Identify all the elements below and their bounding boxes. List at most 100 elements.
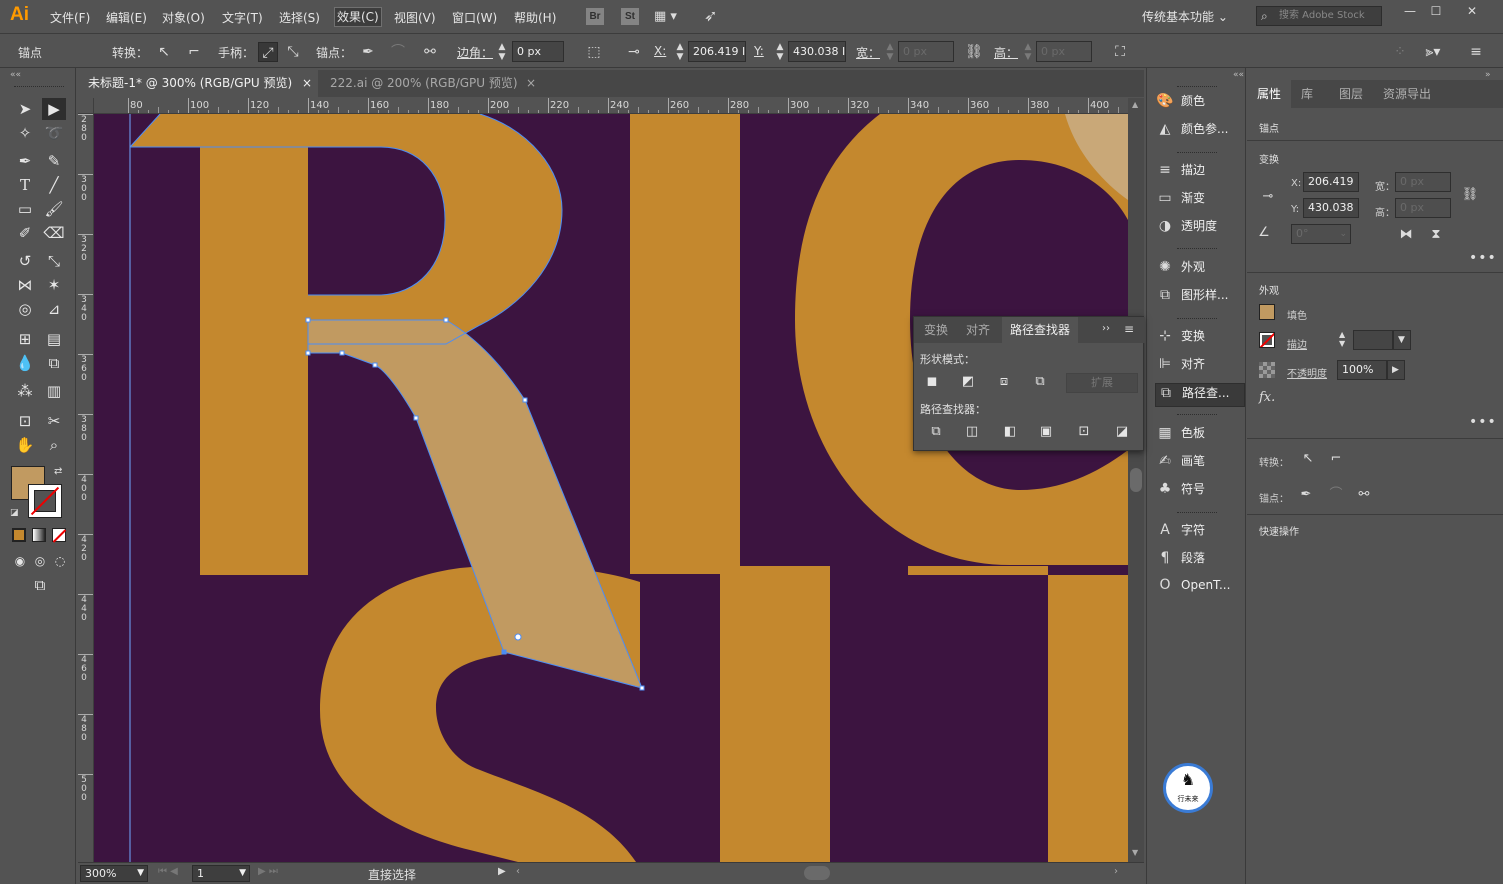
minus-back-icon[interactable]: ◪ xyxy=(1112,423,1132,441)
scale-tool-icon[interactable]: ⤡ xyxy=(42,250,66,272)
crop-icon[interactable]: ▣ xyxy=(1036,423,1056,441)
default-colors-icon[interactable]: ◪ xyxy=(10,508,19,518)
tab-untitled[interactable]: 未标题-1* @ 300% (RGB/GPU 预览) × xyxy=(78,70,318,97)
magic-wand-tool-icon[interactable]: ✧ xyxy=(13,122,37,144)
unite-icon[interactable]: ◼ xyxy=(922,373,942,391)
align-dropdown-icon[interactable]: ⫸▾ xyxy=(1418,42,1448,62)
vertical-ruler[interactable]: 280 300 320 340 360 380 400 420 440 460 480 500 xyxy=(78,114,94,862)
zoom-field[interactable]: 300% ▼ xyxy=(80,865,148,882)
expand-button[interactable]: 扩展 xyxy=(1066,373,1138,393)
connect-anchors-icon[interactable]: ⚯ xyxy=(1355,486,1373,504)
none-mode-icon[interactable] xyxy=(52,528,67,543)
more-appearance-options-icon[interactable]: ••• xyxy=(1469,414,1497,430)
scroll-left-icon[interactable]: ‹ xyxy=(516,866,520,877)
collapse-panel-icon[interactable]: ›› xyxy=(1102,323,1110,334)
dock-transform[interactable]: ⊹ 变换 xyxy=(1155,327,1245,351)
show-handles-icon[interactable]: ⤢ xyxy=(258,42,278,62)
tab-222[interactable]: 222.ai @ 200% (RGB/GPU 预览) × xyxy=(320,70,542,97)
screen-mode-icon[interactable]: ⧉ xyxy=(28,574,52,596)
menu-edit[interactable]: 编辑(E) xyxy=(106,9,147,26)
horizontal-scroll-thumb[interactable] xyxy=(804,866,830,880)
fx-effects-button[interactable]: fx. xyxy=(1259,390,1275,405)
dock-character[interactable]: A 字符 xyxy=(1155,521,1245,545)
menu-window[interactable]: 窗口(W) xyxy=(452,9,497,26)
outline-icon[interactable]: ⊡ xyxy=(1074,423,1094,441)
horizontal-ruler[interactable]: 80 100 120 140 160 180 200 220 240 260 280 300 320 34… xyxy=(94,98,1128,114)
draw-normal-icon[interactable]: ◉ xyxy=(10,550,30,572)
isolate-icon[interactable]: ⁘ xyxy=(1390,42,1410,62)
dock-gradient[interactable]: ▭ 渐变 xyxy=(1155,189,1245,213)
dock-transparency[interactable]: ◑ 透明度 xyxy=(1155,217,1245,241)
artboard-tool-icon[interactable]: ⊡ xyxy=(13,410,37,432)
corner-stepper-icon[interactable]: ▲ ▼ xyxy=(496,42,508,62)
page-field[interactable]: 1 ▼ xyxy=(192,865,250,882)
symbol-sprayer-tool-icon[interactable]: ⁂ xyxy=(13,380,37,402)
dock-graphic-styles[interactable]: ⧉ 图形样... xyxy=(1155,286,1245,310)
rectangle-tool-icon[interactable]: ▭ xyxy=(13,198,37,220)
hide-handles-icon[interactable]: ⤡ xyxy=(283,42,303,62)
prop-h-input[interactable]: 0 px xyxy=(1395,198,1451,218)
merge-icon[interactable]: ◧ xyxy=(1000,423,1020,441)
workspace-switcher[interactable]: 传统基本功能 ⌄ xyxy=(1142,8,1228,25)
dock-align[interactable]: ⊫ 对齐 xyxy=(1155,355,1245,379)
menu-file[interactable]: 文件(F) xyxy=(50,9,90,26)
dock-stroke[interactable]: ≡ 描边 xyxy=(1155,161,1245,185)
convert-smooth-icon[interactable]: ⌐ xyxy=(184,42,204,62)
vertical-scroll-thumb[interactable] xyxy=(1130,468,1142,492)
menu-view[interactable]: 视图(V) xyxy=(394,9,436,26)
last-page-icon[interactable]: ▶ ⏭ xyxy=(258,866,278,877)
tab-transform[interactable]: 变换 xyxy=(916,317,956,343)
first-page-icon[interactable]: ⏮ ◀ xyxy=(158,866,178,877)
prop-y-input[interactable]: 430.038 xyxy=(1303,198,1359,218)
minus-front-icon[interactable]: ◩ xyxy=(958,373,978,391)
menu-type[interactable]: 文字(T) xyxy=(222,9,263,26)
connect-anchors-icon[interactable]: ⚯ xyxy=(420,42,440,62)
bridge-button[interactable]: Br xyxy=(586,8,604,25)
column-graph-tool-icon[interactable]: ▥ xyxy=(42,380,66,402)
y-input[interactable]: 430.038 I xyxy=(788,41,846,62)
align-anchor-icon[interactable]: ⊸ xyxy=(624,42,644,62)
w-stepper-icon[interactable]: ▲ ▼ xyxy=(884,42,896,62)
dock-symbols[interactable]: ♣ 符号 xyxy=(1155,480,1245,504)
dock-paragraph[interactable]: ¶ 段落 xyxy=(1155,549,1245,573)
dock-color[interactable]: 🎨 颜色 xyxy=(1155,92,1245,116)
dock-opentype[interactable]: O OpenT... xyxy=(1155,577,1245,601)
slice-tool-icon[interactable]: ✂ xyxy=(42,410,66,432)
color-mode-icon[interactable] xyxy=(12,528,26,542)
tab-layers[interactable]: 图层 xyxy=(1329,80,1373,108)
tab-libraries[interactable]: 库 xyxy=(1291,80,1323,108)
scroll-right-icon[interactable]: › xyxy=(1114,866,1118,877)
convert-smooth-icon[interactable]: ⌐ xyxy=(1327,450,1345,468)
gradient-mode-icon[interactable] xyxy=(32,528,46,542)
stroke-label[interactable]: 描边 xyxy=(1287,336,1307,351)
y-stepper-icon[interactable]: ▲ ▼ xyxy=(774,42,786,62)
paintbrush-tool-icon[interactable]: 🖌 xyxy=(42,198,66,220)
dock-brushes[interactable]: ✍ 画笔 xyxy=(1155,452,1245,476)
stock-button[interactable]: St xyxy=(621,8,639,25)
fill-color-swatch[interactable] xyxy=(1259,304,1275,320)
menu-help[interactable]: 帮助(H) xyxy=(514,9,556,26)
exclude-icon[interactable]: ⧉ xyxy=(1030,373,1050,391)
search-stock-input[interactable]: ⌕ 搜索 Adobe Stock xyxy=(1256,6,1382,26)
h-input[interactable]: 0 px xyxy=(1036,41,1092,62)
constrain-link-icon[interactable]: ⛓ xyxy=(964,42,984,62)
collapse-properties-icon[interactable]: » xyxy=(1485,70,1491,80)
close-window-button[interactable]: ✕ xyxy=(1460,3,1484,21)
artwork[interactable] xyxy=(94,114,1128,862)
stroke-swatch[interactable] xyxy=(28,484,62,518)
curvature-tool-icon[interactable]: ✎ xyxy=(42,150,66,172)
width-tool-icon[interactable]: ⋈ xyxy=(13,274,37,296)
blend-tool-icon[interactable]: ⧉ xyxy=(42,352,66,374)
flip-horizontal-icon[interactable]: ⧓ xyxy=(1397,226,1415,244)
lasso-tool-icon[interactable]: ➰ xyxy=(42,122,66,144)
cut-path-icon[interactable]: ⌒ xyxy=(1327,486,1345,504)
remove-anchor-icon[interactable]: ✒ xyxy=(358,42,378,62)
maximize-button[interactable]: ☐ xyxy=(1424,3,1448,21)
expand-dock-icon[interactable]: «« xyxy=(1233,70,1244,80)
draw-inside-icon[interactable]: ◌ xyxy=(50,550,70,572)
close-tab-icon[interactable]: × xyxy=(526,70,536,96)
menu-object[interactable]: 对象(O) xyxy=(162,9,205,26)
trim-icon[interactable]: ◫ xyxy=(962,423,982,441)
line-tool-icon[interactable]: ╱ xyxy=(42,174,66,196)
stroke-color-swatch[interactable] xyxy=(1259,332,1275,348)
